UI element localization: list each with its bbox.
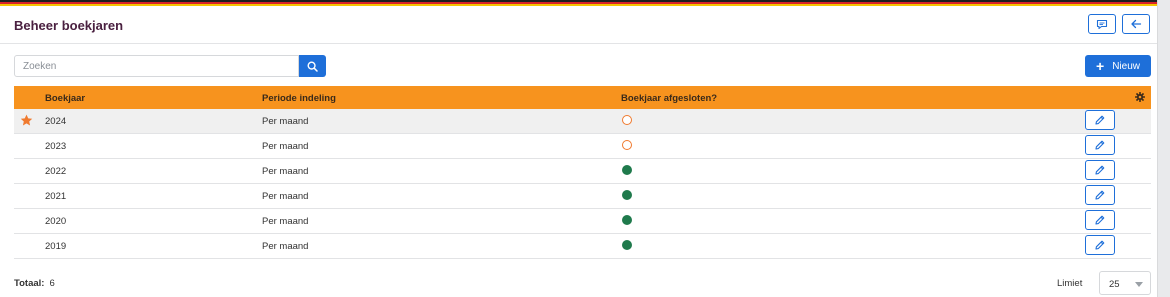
main-panel: Beheer boekjaren + Nieuw Boekjaar Period…: [0, 0, 1158, 297]
total-label: Totaal:: [14, 278, 45, 289]
open-status-icon: [622, 140, 632, 150]
back-button[interactable]: [1122, 14, 1150, 34]
total-count: Totaal: 6: [14, 278, 55, 289]
comment-icon: [1096, 19, 1108, 29]
closed-status-icon: [622, 240, 632, 250]
arrow-left-icon: [1131, 19, 1142, 29]
search-input[interactable]: [14, 55, 299, 77]
limit-select[interactable]: 25: [1099, 271, 1151, 295]
star-icon: [20, 114, 33, 126]
plus-icon: +: [1096, 58, 1105, 74]
edit-button[interactable]: [1085, 110, 1115, 130]
closed-status-icon: [622, 190, 632, 200]
closed-status-icon: [622, 215, 632, 225]
table-row: 2020 Per maand: [14, 209, 1151, 234]
page-header: Beheer boekjaren: [0, 6, 1157, 44]
cell-year: 2021: [45, 191, 67, 202]
table-body: 2024 Per maand 2023 Per maand 2022 Per maand 2…: [14, 109, 1151, 259]
table-row: 2022 Per maand: [14, 159, 1151, 184]
open-status-icon: [622, 115, 632, 125]
search-icon: [307, 60, 318, 72]
cell-year: 2020: [45, 216, 67, 227]
cell-year: 2023: [45, 141, 67, 152]
table-row: 2019 Per maand: [14, 234, 1151, 259]
cell-period: Per maand: [262, 191, 309, 202]
column-header-year[interactable]: Boekjaar: [45, 93, 85, 104]
fiscal-years-table: Boekjaar Periode indeling Boekjaar afges…: [14, 86, 1151, 259]
cell-period: Per maand: [262, 216, 309, 227]
pencil-icon: [1095, 190, 1105, 200]
limit-value: 25: [1109, 279, 1120, 290]
edit-button[interactable]: [1085, 135, 1115, 155]
new-button[interactable]: + Nieuw: [1085, 55, 1151, 77]
table-header: Boekjaar Periode indeling Boekjaar afges…: [14, 86, 1151, 109]
cell-year: 2024: [45, 116, 67, 127]
chevron-down-icon: [1135, 282, 1143, 287]
pencil-icon: [1095, 115, 1105, 125]
pencil-icon: [1095, 240, 1105, 250]
gear-icon[interactable]: [1135, 92, 1145, 102]
cell-period: Per maand: [262, 166, 309, 177]
new-button-label: Nieuw: [1112, 60, 1140, 72]
cell-period: Per maand: [262, 116, 309, 127]
edit-button[interactable]: [1085, 235, 1115, 255]
pencil-icon: [1095, 215, 1105, 225]
column-header-period[interactable]: Periode indeling: [262, 93, 336, 104]
table-row: 2024 Per maand: [14, 109, 1151, 134]
cell-period: Per maand: [262, 241, 309, 252]
comment-button[interactable]: [1088, 14, 1116, 34]
edit-button[interactable]: [1085, 185, 1115, 205]
pencil-icon: [1095, 140, 1105, 150]
cell-period: Per maand: [262, 141, 309, 152]
cell-year: 2022: [45, 166, 67, 177]
column-header-closed[interactable]: Boekjaar afgesloten?: [621, 93, 717, 104]
cell-year: 2019: [45, 241, 67, 252]
page-title: Beheer boekjaren: [14, 18, 124, 33]
table-row: 2023 Per maand: [14, 134, 1151, 159]
edit-button[interactable]: [1085, 160, 1115, 180]
pencil-icon: [1095, 165, 1105, 175]
closed-status-icon: [622, 165, 632, 175]
edit-button[interactable]: [1085, 210, 1115, 230]
total-value: 6: [49, 278, 55, 289]
limit-label: Limiet: [1057, 278, 1083, 289]
table-row: 2021 Per maand: [14, 184, 1151, 209]
search-button[interactable]: [299, 55, 326, 77]
